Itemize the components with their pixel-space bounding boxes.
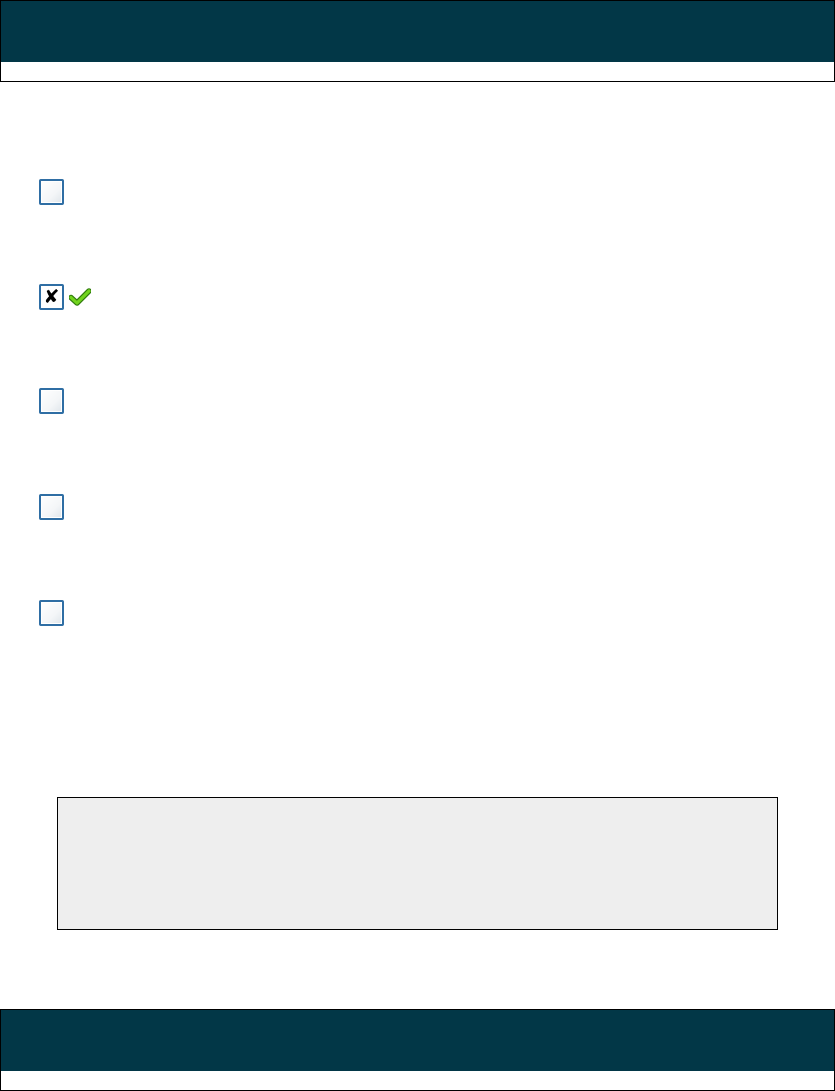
answer-option-4[interactable]: ✘	[39, 494, 64, 520]
footer-bar	[0, 1009, 835, 1091]
green-checkmark-icon	[69, 288, 91, 306]
answer-checkbox-3[interactable]: ✘	[39, 388, 64, 414]
answer-option-5[interactable]: ✘	[39, 600, 64, 626]
x-mark-icon: ✘	[43, 285, 60, 308]
answer-checkbox-2[interactable]: ✘	[39, 284, 64, 310]
feedback-panel	[57, 797, 778, 930]
footer-banner	[1, 1010, 834, 1071]
header-banner	[1, 1, 834, 62]
answer-checkbox-5[interactable]: ✘	[39, 600, 64, 626]
header-bar	[0, 0, 835, 82]
answer-option-2[interactable]: ✘	[39, 284, 91, 310]
answer-option-1[interactable]: ✘	[39, 179, 64, 205]
answer-checkbox-4[interactable]: ✘	[39, 494, 64, 520]
answer-checkbox-1[interactable]: ✘	[39, 179, 64, 205]
answer-option-3[interactable]: ✘	[39, 388, 64, 414]
quiz-page: ✘ ✘ ✘ ✘ ✘	[0, 0, 835, 1091]
